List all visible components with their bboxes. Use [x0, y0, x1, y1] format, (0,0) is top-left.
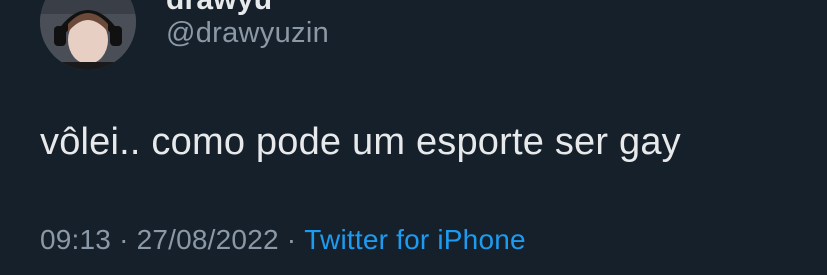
- tweet-date[interactable]: 27/08/2022: [137, 224, 279, 255]
- tweet-meta: 09:13 · 27/08/2022 · Twitter for iPhone: [40, 224, 526, 256]
- author-handle[interactable]: @drawyuzin: [166, 17, 329, 50]
- meta-separator: ·: [286, 224, 297, 255]
- tweet-source-link[interactable]: Twitter for iPhone: [304, 224, 525, 255]
- tweet-time[interactable]: 09:13: [40, 224, 111, 255]
- author-avatar[interactable]: [40, 0, 136, 70]
- meta-separator: ·: [119, 224, 129, 255]
- tweet-text: vôlei.. como pode um esporte ser gay: [40, 121, 681, 163]
- author-display-name[interactable]: drawyu: [166, 0, 272, 17]
- user-avatar-icon: [40, 0, 136, 70]
